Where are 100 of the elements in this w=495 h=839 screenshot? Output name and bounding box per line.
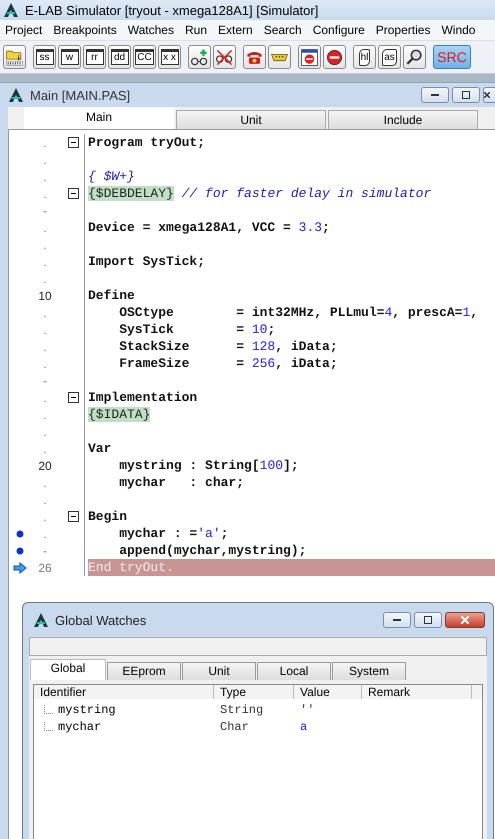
- maximize-icon: [424, 616, 432, 624]
- code-line: FrameSize = 256, iData;: [118, 355, 339, 372]
- watch-tab[interactable]: EEprom: [107, 662, 181, 680]
- code-line: Var: [88, 440, 112, 457]
- code-line: mystring : String[100];: [118, 457, 300, 474]
- serial-connector-icon[interactable]: [268, 45, 291, 69]
- code-line: Program tryOut;: [88, 134, 206, 151]
- window-button[interactable]: dd: [108, 45, 131, 69]
- collapse-icon[interactable]: [68, 137, 78, 148]
- identifier-cell: mychar: [58, 720, 102, 734]
- close-icon: [484, 92, 490, 98]
- arrow-icon: [13, 562, 27, 574]
- code-line: mychar : char;: [118, 474, 246, 491]
- watches-title: Global Watches: [55, 612, 146, 628]
- app-logo-icon: [8, 87, 24, 103]
- menu-item[interactable]: Search: [258, 23, 308, 37]
- close-button[interactable]: [483, 87, 495, 103]
- maximize-icon: [462, 91, 470, 99]
- window-title: E-LAB Simulator [tryout - xmega128A1] [Simulator]: [25, 2, 318, 18]
- line-number: .: [42, 424, 48, 438]
- line-number: .: [42, 306, 48, 320]
- line-number: .: [42, 186, 48, 200]
- watch-tab[interactable]: Unit: [182, 662, 256, 680]
- input-field[interactable]: [29, 637, 487, 656]
- editor-tab[interactable]: Include: [328, 110, 478, 129]
- line-number: .: [42, 492, 48, 506]
- menu-item[interactable]: Run: [180, 23, 213, 37]
- stop-icon[interactable]: [323, 45, 346, 69]
- column-header[interactable]: Type: [214, 685, 294, 699]
- minimize-button[interactable]: [383, 612, 411, 628]
- search-icon[interactable]: [403, 45, 426, 69]
- scroll-button[interactable]: as: [378, 45, 401, 69]
- menu-item[interactable]: Configure: [308, 23, 371, 37]
- minimize-button[interactable]: [421, 87, 449, 103]
- code-line: StackSize = 128, iData;: [118, 338, 339, 355]
- line-number: -: [42, 204, 48, 218]
- line-number: .: [42, 220, 48, 234]
- code-line: Begin: [88, 508, 128, 525]
- code-line: OSCtype = int32MHz, PLLmul=4, prescA=1,: [118, 304, 480, 321]
- line-number: -: [42, 374, 48, 388]
- tree-line-icon: [44, 722, 54, 731]
- type-cell-text: Char: [219, 720, 250, 734]
- window-button[interactable]: rr: [83, 45, 106, 69]
- app-logo-icon: [3, 2, 19, 18]
- code-line: Import SysTick;: [88, 253, 206, 270]
- watch-tab[interactable]: Global: [30, 659, 106, 680]
- glasses-plus-icon[interactable]: [188, 45, 211, 69]
- editor-tab[interactable]: Unit: [176, 110, 326, 129]
- code-line: Device = xmega128A1, VCC = 3.3;: [88, 219, 331, 236]
- app-logo-icon: [33, 612, 49, 628]
- line-number: .: [42, 510, 48, 524]
- watch-tab[interactable]: System: [332, 662, 406, 680]
- window-button[interactable]: w: [58, 45, 81, 69]
- menu-item[interactable]: Windo: [436, 23, 482, 37]
- column-header[interactable]: Value: [294, 685, 362, 699]
- scroll-button[interactable]: hl: [353, 45, 376, 69]
- editor-tab[interactable]: Main: [24, 107, 174, 129]
- editor-title: Main [MAIN.PAS]: [30, 88, 130, 102]
- column-header[interactable]: Identifier: [34, 685, 214, 699]
- code-line: {$DEBDELAY} // for faster delay in simulator: [88, 185, 432, 202]
- maximize-button[interactable]: [414, 612, 442, 628]
- folder-icon[interactable]: [3, 45, 26, 69]
- window-button[interactable]: CC: [133, 45, 156, 69]
- menu-item[interactable]: Project: [0, 23, 48, 37]
- collapse-icon[interactable]: [68, 188, 78, 199]
- line-number: 10: [37, 288, 53, 302]
- collapse-icon[interactable]: [68, 511, 78, 522]
- line-number: .: [42, 152, 48, 166]
- column-header[interactable]: Remark: [362, 685, 472, 699]
- line-number: 20: [37, 458, 53, 472]
- menu-item[interactable]: Properties: [370, 23, 436, 37]
- menu-item[interactable]: Extern: [213, 23, 259, 37]
- menu-item[interactable]: Watches: [122, 23, 180, 37]
- value-cell-text: a: [299, 720, 308, 734]
- maximize-button[interactable]: [452, 87, 480, 103]
- tree-line-icon: [44, 705, 54, 714]
- line-number: .: [42, 254, 48, 268]
- code-line: Define: [88, 287, 136, 304]
- watch-tab[interactable]: Local: [257, 662, 331, 680]
- window-stop-icon[interactable]: [298, 45, 321, 69]
- window-button[interactable]: ss: [33, 45, 56, 69]
- phone-icon[interactable]: [243, 45, 266, 69]
- glasses-crossed-icon[interactable]: [213, 45, 236, 69]
- line-number: .: [42, 442, 48, 456]
- collapse-icon[interactable]: [68, 392, 78, 403]
- identifier-cell: mystring: [58, 702, 116, 716]
- minimize-icon: [393, 619, 401, 621]
- line-number: .: [42, 408, 48, 422]
- line-number: .: [42, 136, 48, 150]
- close-button[interactable]: [445, 612, 485, 628]
- menu-item[interactable]: Breakpoints: [48, 23, 123, 37]
- type-cell-text: String: [219, 702, 264, 716]
- line-number: .: [42, 390, 48, 404]
- minimize-icon: [431, 94, 439, 96]
- line-number: .: [42, 170, 48, 184]
- line-number: -: [42, 544, 48, 558]
- line-number: 26: [37, 560, 53, 574]
- window-button[interactable]: x x: [158, 45, 181, 69]
- line-number: .: [42, 340, 48, 354]
- code-line: append(mychar,mystring);: [118, 542, 308, 559]
